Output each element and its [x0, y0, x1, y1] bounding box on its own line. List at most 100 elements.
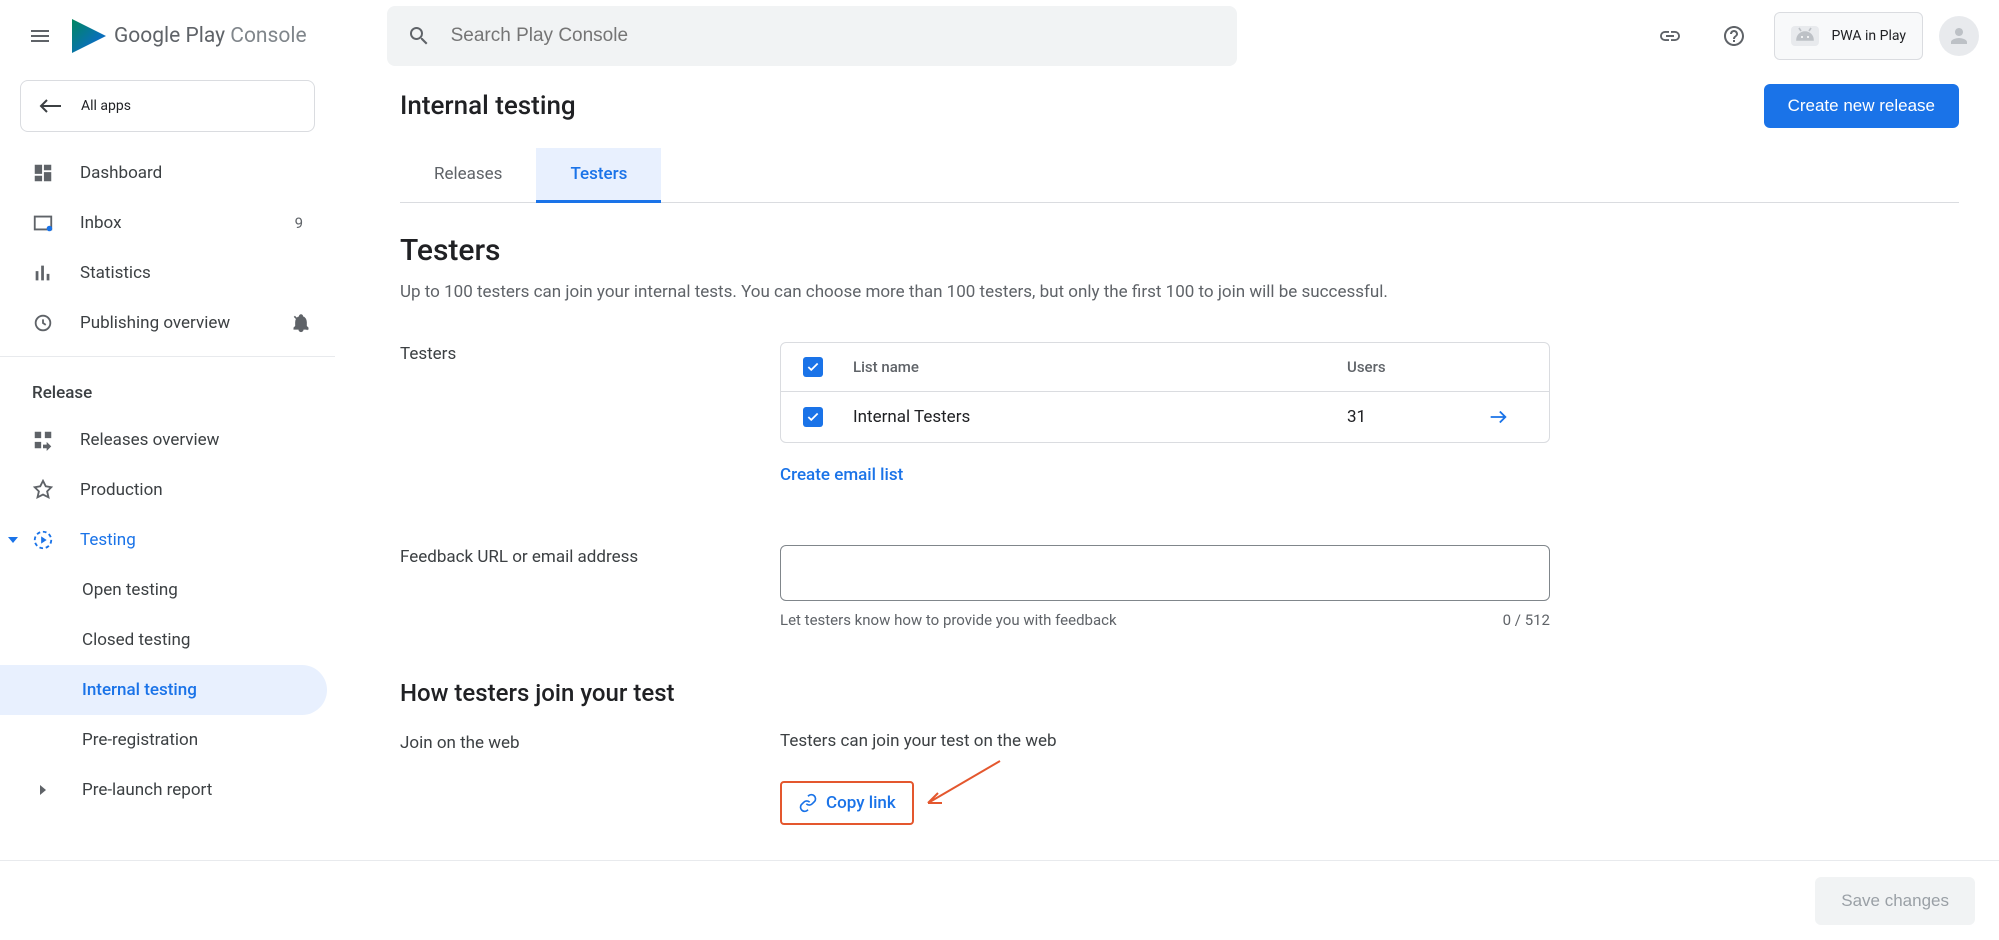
sidebar-item-statistics[interactable]: Statistics — [0, 248, 335, 298]
sidebar-item-label: Publishing overview — [80, 313, 230, 333]
android-app-icon — [1791, 26, 1819, 46]
sidebar-subitem-pre-launch-report[interactable]: Pre-launch report — [0, 765, 327, 815]
search-icon — [407, 24, 431, 48]
active-app-name: PWA in Play — [1831, 28, 1906, 44]
cell-users: 31 — [1347, 407, 1487, 427]
person-icon — [1947, 24, 1971, 48]
feedback-input[interactable] — [780, 545, 1550, 601]
sidebar-subitem-internal-testing[interactable]: Internal testing — [0, 665, 327, 715]
sidebar-subitem-closed-testing[interactable]: Closed testing — [0, 615, 327, 665]
copy-link-button[interactable]: Copy link — [780, 781, 914, 825]
col-header-users: Users — [1347, 358, 1487, 376]
sidebar-item-label: Pre-launch report — [82, 780, 212, 800]
link-icon-button[interactable] — [1646, 12, 1694, 60]
chevron-down-icon — [8, 537, 18, 543]
logo[interactable]: Google Play Console — [72, 19, 307, 53]
help-icon — [1722, 24, 1746, 48]
help-icon-button[interactable] — [1710, 12, 1758, 60]
hamburger-menu-button[interactable] — [16, 12, 64, 60]
table-header: List name Users — [781, 343, 1549, 392]
tab-testers[interactable]: Testers — [536, 148, 661, 203]
all-apps-label: All apps — [81, 98, 131, 114]
table-row: Internal Testers 31 — [781, 392, 1549, 442]
section-heading-testers: Testers — [400, 233, 1959, 268]
section-heading-how-join: How testers join your test — [400, 679, 1959, 707]
feedback-char-counter: 0 / 512 — [1503, 611, 1550, 629]
check-icon — [806, 360, 820, 374]
save-bar: Save changes — [0, 860, 1999, 940]
sidebar-item-production[interactable]: Production — [0, 465, 335, 515]
sidebar-section-release: Release — [0, 365, 335, 415]
form-label-testers: Testers — [400, 342, 780, 364]
sidebar-item-releases-overview[interactable]: Releases overview — [0, 415, 335, 465]
sidebar-item-publishing-overview[interactable]: Publishing overview — [0, 298, 335, 348]
statistics-icon — [32, 262, 56, 284]
link-icon — [1658, 24, 1682, 48]
copy-link-label: Copy link — [826, 793, 896, 813]
feedback-helper-text: Let testers know how to provide you with… — [780, 611, 1117, 629]
row-checkbox[interactable] — [803, 407, 853, 427]
mute-icon — [291, 313, 311, 333]
join-web-description: Testers can join your test on the web — [780, 731, 1550, 751]
tab-releases[interactable]: Releases — [400, 148, 536, 202]
chevron-right-icon — [40, 785, 46, 795]
save-changes-button[interactable]: Save changes — [1815, 877, 1975, 925]
form-label-join-web: Join on the web — [400, 731, 780, 753]
create-new-release-button[interactable]: Create new release — [1764, 84, 1959, 128]
sidebar: All apps Dashboard Inbox 9 Statistics Pu… — [0, 72, 335, 940]
select-all-checkbox[interactable] — [803, 357, 853, 377]
page-header: Internal testing Create new release — [400, 72, 1959, 148]
page-title: Internal testing — [400, 91, 576, 121]
releases-overview-icon — [32, 429, 56, 451]
tab-bar: Releases Testers — [400, 148, 1959, 203]
top-header: Google Play Console PWA in Play — [0, 0, 1999, 72]
sidebar-item-label: Statistics — [80, 263, 151, 283]
testers-table: List name Users Internal Testers 31 — [780, 342, 1550, 443]
sidebar-subitem-open-testing[interactable]: Open testing — [0, 565, 327, 615]
active-app-selector[interactable]: PWA in Play — [1774, 12, 1923, 60]
form-row-testers: Testers List name Users Internal Testers — [400, 342, 1959, 485]
arrow-right-icon — [1487, 406, 1509, 428]
hamburger-icon — [28, 24, 52, 48]
cell-listname: Internal Testers — [853, 407, 1347, 427]
arrow-left-icon — [39, 98, 63, 114]
section-description-testers: Up to 100 testers can join your internal… — [400, 282, 1959, 302]
all-apps-button[interactable]: All apps — [20, 80, 315, 132]
row-open-button[interactable] — [1487, 406, 1527, 428]
form-row-feedback: Feedback URL or email address Let tester… — [400, 545, 1959, 629]
sidebar-item-label: Dashboard — [80, 163, 162, 183]
testing-icon — [32, 529, 56, 551]
sidebar-item-dashboard[interactable]: Dashboard — [0, 148, 335, 198]
sidebar-item-label: Inbox — [80, 213, 122, 233]
main-content: Internal testing Create new release Rele… — [400, 72, 1979, 825]
logo-text: Google Play Console — [114, 24, 307, 48]
link-icon — [798, 793, 818, 813]
sidebar-item-label: Internal testing — [82, 680, 197, 700]
col-header-listname: List name — [853, 358, 1347, 376]
sidebar-item-label: Testing — [80, 530, 136, 550]
annotation-arrow-icon — [920, 757, 1010, 817]
sidebar-item-label: Closed testing — [82, 630, 190, 650]
create-email-list-link[interactable]: Create email list — [780, 465, 1550, 485]
sidebar-item-label: Pre-registration — [82, 730, 198, 750]
inbox-badge: 9 — [295, 214, 311, 232]
dashboard-icon — [32, 162, 56, 184]
sidebar-item-label: Open testing — [82, 580, 178, 600]
account-avatar[interactable] — [1939, 16, 1979, 56]
sidebar-item-label: Releases overview — [80, 430, 219, 450]
sidebar-subitem-pre-registration[interactable]: Pre-registration — [0, 715, 327, 765]
sidebar-item-inbox[interactable]: Inbox 9 — [0, 198, 335, 248]
header-right: PWA in Play — [1646, 12, 1979, 60]
check-icon — [806, 410, 820, 424]
play-console-logo-icon — [72, 19, 106, 53]
publishing-icon — [32, 312, 56, 334]
divider — [0, 356, 335, 357]
form-row-join-web: Join on the web Testers can join your te… — [400, 731, 1959, 825]
search-input[interactable] — [451, 25, 1217, 47]
search-box[interactable] — [387, 6, 1237, 66]
sidebar-item-label: Production — [80, 480, 163, 500]
inbox-icon — [32, 212, 56, 234]
sidebar-item-testing[interactable]: Testing — [0, 515, 335, 565]
production-icon — [32, 479, 56, 501]
form-label-feedback: Feedback URL or email address — [400, 545, 780, 567]
